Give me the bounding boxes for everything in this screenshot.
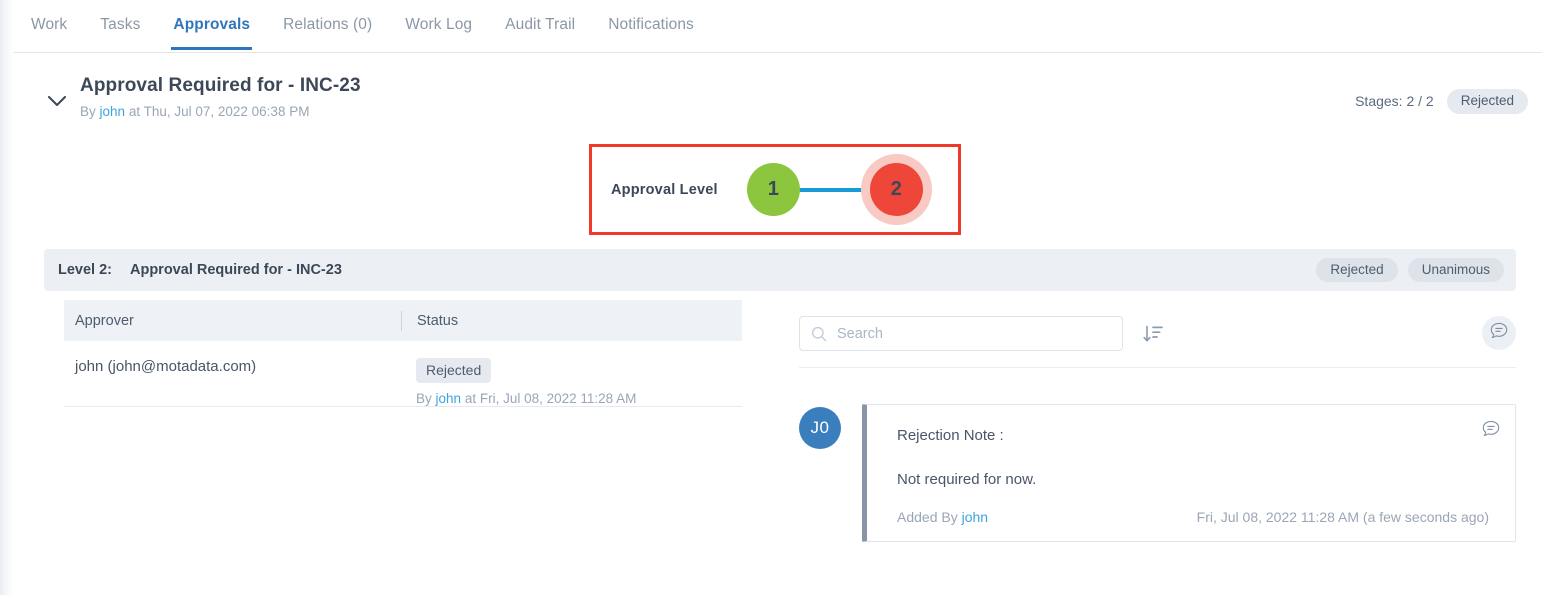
comment-icon-button[interactable] xyxy=(1482,316,1516,350)
stepper-connector xyxy=(797,187,872,192)
notes-toolbar xyxy=(799,300,1516,368)
note-added-by-label: Added By xyxy=(897,509,958,525)
tab-bar: Work Tasks Approvals Relations (0) Work … xyxy=(14,0,1542,53)
note-card: Rejection Note : Not required for now. A… xyxy=(862,404,1516,542)
approver-table: Approver Status john (john@motadata.com)… xyxy=(64,300,742,407)
tab-work[interactable]: Work xyxy=(31,0,67,49)
table-header-row: Approver Status xyxy=(64,300,742,341)
stages-count: Stages: 2 / 2 xyxy=(1355,93,1434,110)
status-badge: Rejected xyxy=(1446,89,1528,114)
row-meta-time: at Fri, Jul 08, 2022 11:28 AM xyxy=(464,391,637,406)
column-header-status: Status xyxy=(401,310,742,331)
search-input[interactable] xyxy=(835,324,1085,343)
tab-work-log[interactable]: Work Log xyxy=(405,0,472,49)
level-bar-badges: Rejected Unanimous xyxy=(1316,257,1504,283)
page-title: Approval Required for - INC-23 xyxy=(80,75,361,96)
stepper-label: Approval Level xyxy=(611,181,718,198)
notes-panel: J0 Rejection Note : Not required for now… xyxy=(799,300,1516,542)
stepper-node-1[interactable]: 1 xyxy=(746,163,800,216)
row-meta-user[interactable]: john xyxy=(436,391,462,406)
approval-meta-user[interactable]: john xyxy=(100,104,126,119)
row-status-badge: Rejected xyxy=(416,358,492,383)
approvals-page: Work Tasks Approvals Relations (0) Work … xyxy=(0,0,1542,595)
level-rule-badge: Unanimous xyxy=(1407,257,1504,283)
search-icon xyxy=(811,326,827,342)
chevron-down-icon[interactable] xyxy=(44,88,70,114)
level-bar-level: Level 2: xyxy=(58,262,112,278)
column-header-approver: Approver xyxy=(75,312,134,329)
avatar: J0 xyxy=(799,407,841,449)
row-meta-by: By xyxy=(416,391,432,406)
approval-level-stepper: Approval Level 1 2 xyxy=(589,144,961,235)
note-body: Not required for now. xyxy=(897,471,1037,488)
cell-status: Rejected By john at Fri, Jul 08, 2022 11… xyxy=(401,358,742,406)
level-bar-title: Approval Required for - INC-23 xyxy=(130,262,342,278)
note-added-by-user[interactable]: john xyxy=(962,509,988,525)
comment-icon[interactable] xyxy=(1482,420,1500,442)
approval-meta-time: at Thu, Jul 07, 2022 06:38 PM xyxy=(128,104,310,119)
page-left-edge xyxy=(0,0,14,595)
approval-meta: By john at Thu, Jul 07, 2022 06:38 PM xyxy=(80,104,309,119)
note-title: Rejection Note : xyxy=(897,427,1004,444)
note-timestamp: Fri, Jul 08, 2022 11:28 AM (a few second… xyxy=(1196,509,1489,525)
note-item: J0 Rejection Note : Not required for now… xyxy=(799,404,1516,542)
cell-approver: john (john@motadata.com) xyxy=(75,358,257,375)
note-added-by: Added By john xyxy=(897,509,988,525)
search-box[interactable] xyxy=(799,316,1123,351)
level-status-badge: Rejected xyxy=(1316,257,1398,283)
tab-tasks[interactable]: Tasks xyxy=(100,0,140,49)
note-footer: Added By john Fri, Jul 08, 2022 11:28 AM… xyxy=(897,509,1489,525)
approval-meta-by: By xyxy=(80,104,96,119)
stepper-nodes: 1 2 xyxy=(746,163,923,216)
tab-approvals[interactable]: Approvals xyxy=(171,0,252,50)
table-row: john (john@motadata.com) Rejected By joh… xyxy=(64,341,742,407)
level-bar: Level 2: Approval Required for - INC-23 … xyxy=(44,249,1516,291)
approval-header-right: Stages: 2 / 2 Rejected xyxy=(1355,89,1528,114)
tab-audit-trail[interactable]: Audit Trail xyxy=(505,0,575,49)
row-status-meta: By john at Fri, Jul 08, 2022 11:28 AM xyxy=(416,391,742,406)
comment-icon xyxy=(1490,322,1508,344)
stepper-node-2[interactable]: 2 xyxy=(869,163,923,216)
tab-notifications[interactable]: Notifications xyxy=(608,0,694,49)
sort-descending-icon[interactable] xyxy=(1140,321,1166,347)
approval-header: Approval Required for - INC-23 By john a… xyxy=(14,53,1542,131)
tab-relations[interactable]: Relations (0) xyxy=(283,0,372,49)
